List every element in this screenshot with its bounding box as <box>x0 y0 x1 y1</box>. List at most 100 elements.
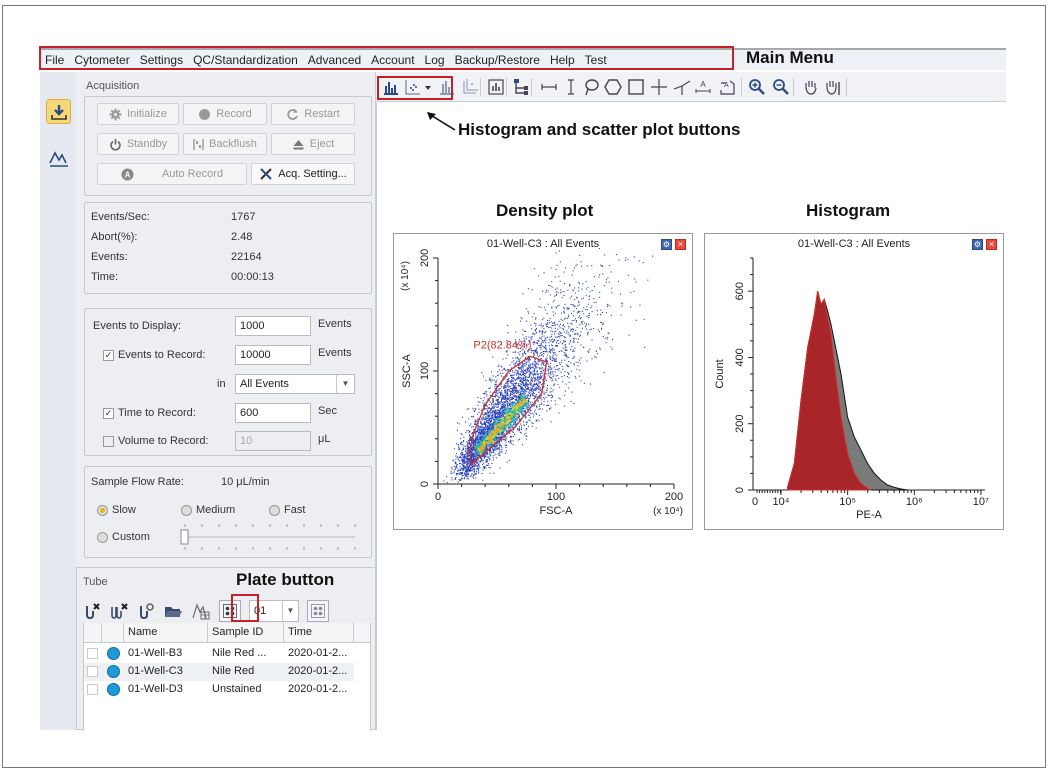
custom-flow-slider[interactable] <box>179 521 359 553</box>
events-to-display-input[interactable]: 1000 <box>235 316 311 336</box>
events-to-record-input[interactable]: 10000 <box>235 345 311 365</box>
event-dot <box>465 447 467 449</box>
overlay-scatter-icon[interactable] <box>461 78 479 96</box>
event-dot <box>538 306 540 308</box>
event-dot <box>518 389 520 391</box>
text-annotation-icon[interactable]: A <box>694 78 712 96</box>
row-checkbox[interactable] <box>87 684 98 695</box>
restart-button[interactable]: Restart <box>271 103 355 125</box>
time-to-record-input[interactable]: 600 <box>235 403 311 423</box>
menu-backup-restore[interactable]: Backup/Restore <box>450 53 545 67</box>
menu-account[interactable]: Account <box>366 53 419 67</box>
hierarchy-icon[interactable] <box>512 78 530 96</box>
flow-slow-option[interactable]: Slow <box>97 504 136 516</box>
event-dot <box>515 382 517 384</box>
batch-chart-icon[interactable] <box>191 602 211 620</box>
auto-record-button[interactable]: A Auto Record <box>97 163 247 185</box>
event-dot <box>521 425 523 427</box>
polygon-gate-icon[interactable] <box>604 78 622 96</box>
table-row[interactable]: 01-Well-D3 Unstained 2020-01-2... <box>84 681 354 699</box>
acq-setting-button[interactable]: Acq. Setting... <box>251 163 355 185</box>
zoom-out-icon[interactable] <box>772 78 790 96</box>
event-dot <box>496 379 498 381</box>
tube-settings-icon[interactable] <box>137 602 155 620</box>
event-dot <box>470 452 472 454</box>
event-dot <box>511 361 513 363</box>
event-dot <box>567 322 569 324</box>
pan-icon[interactable] <box>802 78 820 96</box>
event-dot <box>504 378 506 380</box>
plate-select[interactable]: 01 ▼ <box>249 600 299 622</box>
menu-test[interactable]: Test <box>580 53 612 67</box>
menu-advanced[interactable]: Advanced <box>303 53 366 67</box>
eject-button[interactable]: Eject <box>271 133 355 155</box>
header-name[interactable]: Name <box>124 623 208 643</box>
fast-radio[interactable] <box>269 504 280 516</box>
skewed-quadrant-icon[interactable] <box>673 78 691 96</box>
lasso-gate-icon[interactable] <box>582 78 600 96</box>
table-row[interactable]: 01-Well-C3 Nile Red 2020-01-2... <box>84 663 354 681</box>
interval-gate-icon[interactable] <box>540 78 558 96</box>
nav-acquisition-button[interactable] <box>46 99 71 124</box>
event-dot <box>510 442 512 444</box>
flow-custom-option[interactable]: Custom <box>97 531 150 543</box>
slider-handle[interactable] <box>180 529 189 545</box>
menu-help[interactable]: Help <box>545 53 580 67</box>
open-folder-icon[interactable] <box>163 602 183 620</box>
in-select[interactable]: All Events ▼ <box>235 374 355 394</box>
menu-log[interactable]: Log <box>420 53 450 67</box>
event-dot <box>539 298 541 300</box>
header-time[interactable]: Time <box>284 623 354 643</box>
row-checkbox[interactable] <box>87 666 98 677</box>
event-dot <box>492 413 494 415</box>
event-dot <box>530 364 532 366</box>
menu-qc-standardization[interactable]: QC/Standardization <box>188 53 303 67</box>
event-dot <box>483 468 485 470</box>
zoom-in-icon[interactable] <box>748 78 766 96</box>
remove-all-tubes-icon[interactable] <box>109 602 129 620</box>
event-dot <box>557 291 559 293</box>
event-dot <box>553 366 555 368</box>
menu-cytometer[interactable]: Cytometer <box>69 53 134 67</box>
volume-to-record-checkbox[interactable] <box>103 435 114 447</box>
standby-button[interactable]: Standby <box>97 133 179 155</box>
pan-reset-icon[interactable] <box>824 78 842 96</box>
record-button[interactable]: Record <box>183 103 267 125</box>
flow-medium-option[interactable]: Medium <box>181 504 235 516</box>
event-dot <box>501 405 503 407</box>
events-to-record-checkbox[interactable]: ✓ <box>103 349 114 361</box>
event-dot <box>586 288 588 290</box>
event-dot <box>491 447 493 449</box>
slow-radio[interactable] <box>97 504 108 516</box>
initialize-button[interactable]: Initialize <box>97 103 179 125</box>
event-dot <box>508 388 510 390</box>
event-dot <box>485 455 487 457</box>
event-dot <box>494 386 496 388</box>
flow-fast-option[interactable]: Fast <box>269 504 305 516</box>
vertical-gate-icon[interactable] <box>562 78 580 96</box>
table-row[interactable]: 01-Well-B3 Nile Red ... 2020-01-2... <box>84 645 354 663</box>
plate-layout-button[interactable] <box>307 600 329 622</box>
label-annotation-icon[interactable]: A <box>718 78 736 96</box>
remove-tube-icon[interactable] <box>83 602 101 620</box>
rectangle-gate-icon[interactable] <box>627 78 645 96</box>
histogram-chart[interactable]: 02004006000 10⁴ 10⁵ 10⁶ 10⁷PE-ACount <box>705 234 1003 529</box>
menu-settings[interactable]: Settings <box>135 53 188 67</box>
row-checkbox[interactable] <box>87 648 98 659</box>
plate-button[interactable] <box>219 600 241 622</box>
event-dot <box>536 386 538 388</box>
event-dot <box>464 466 466 468</box>
menu-file[interactable]: File <box>40 53 69 67</box>
density-plot-chart[interactable]: 0 100 2000100200FSC-ASSC-A(x 10⁴)(x 10⁴)P2… <box>394 234 692 529</box>
header-sample-id[interactable]: Sample ID <box>208 623 284 643</box>
custom-radio[interactable] <box>97 531 108 543</box>
event-dot <box>523 375 525 377</box>
backflush-button[interactable]: Backflush <box>183 133 267 155</box>
quadrant-gate-icon[interactable] <box>650 78 668 96</box>
event-dot <box>480 429 482 431</box>
statistics-icon[interactable] <box>487 78 505 96</box>
time-to-record-checkbox[interactable]: ✓ <box>103 407 114 419</box>
nav-analysis-button[interactable] <box>46 145 71 170</box>
medium-radio[interactable] <box>181 504 192 516</box>
volume-to-record-input[interactable]: 10 <box>235 431 311 451</box>
